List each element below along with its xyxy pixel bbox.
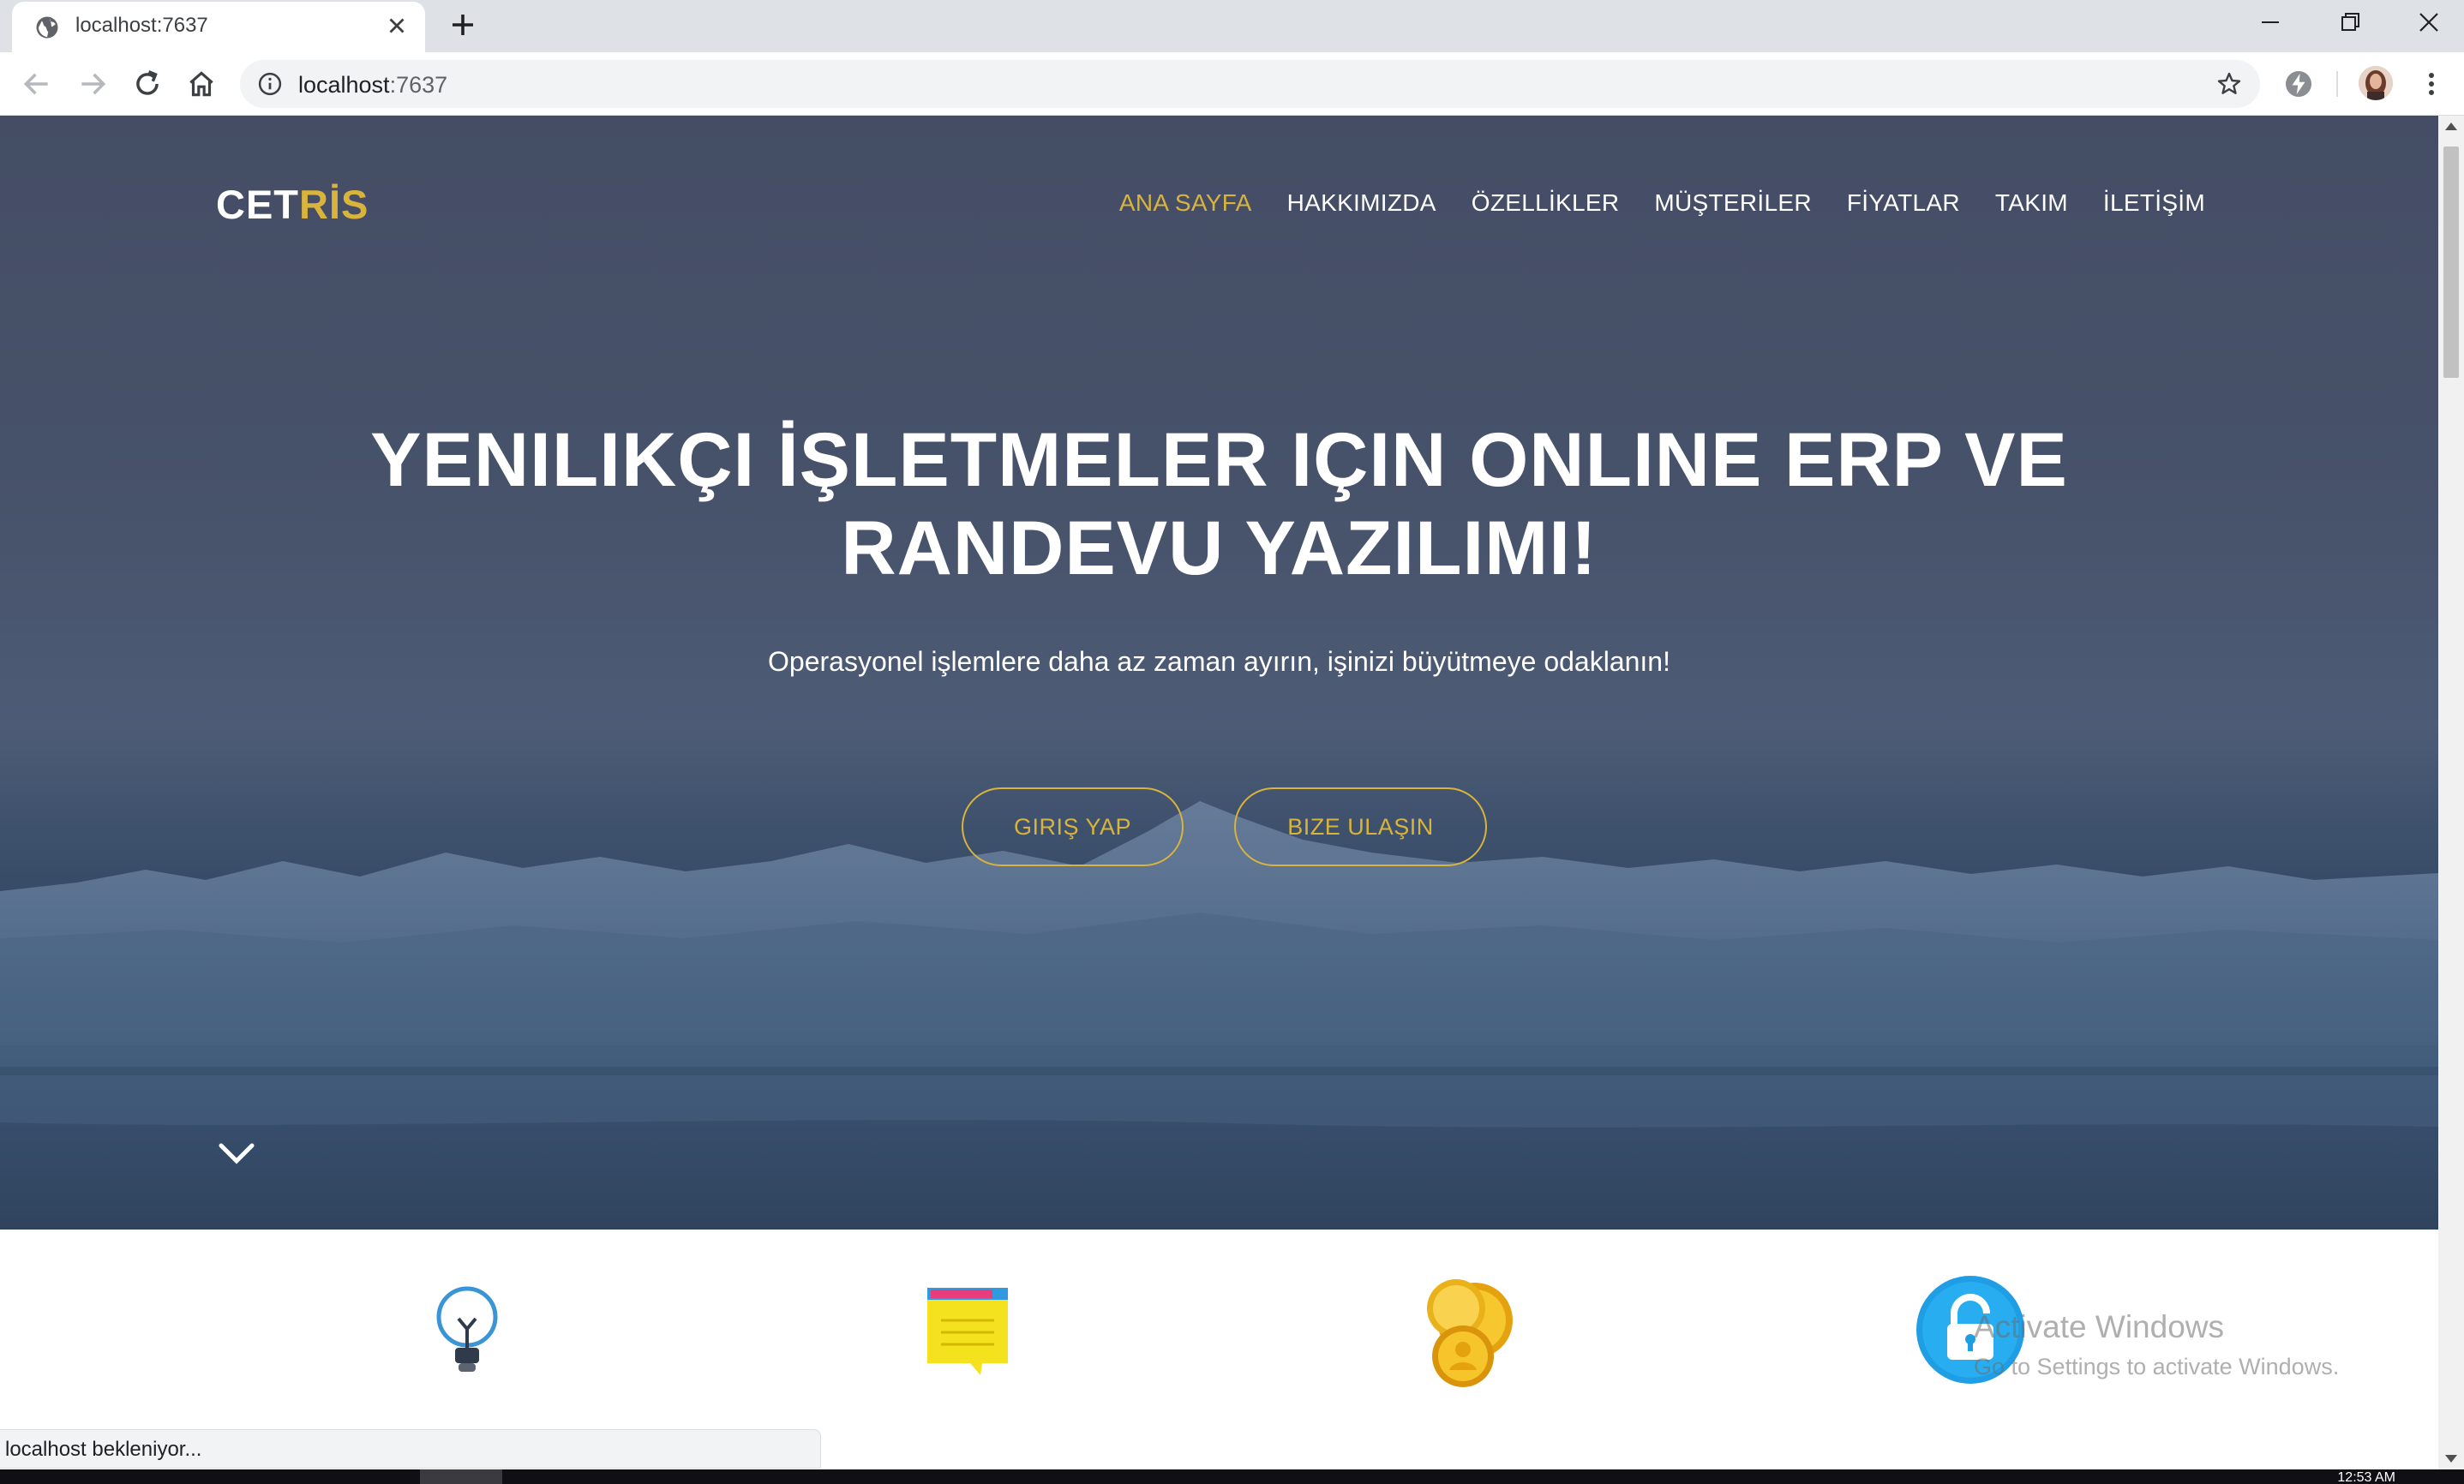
browser-status-bubble: localhost bekleniyor... xyxy=(0,1429,821,1469)
browser-menu-icon[interactable] xyxy=(2419,68,2444,100)
windows-activation-watermark: Activate Windows Go to Settings to activ… xyxy=(1974,1309,2339,1380)
url-text[interactable]: localhost:7637 xyxy=(298,72,447,99)
login-button[interactable]: GIRIŞ YAP xyxy=(962,787,1184,866)
site-logo[interactable]: CETRİS xyxy=(216,181,369,228)
nav-link-fiyatlar[interactable]: FİYATLAR xyxy=(1847,189,1960,217)
nav-link-takim[interactable]: TAKIM xyxy=(1995,189,2068,217)
page-viewport: CETRİS ANA SAYFA HAKKIMIZDA ÖZELLİKLER M… xyxy=(0,116,2438,1469)
scrollbar-thumb[interactable] xyxy=(2443,147,2459,378)
back-icon[interactable] xyxy=(21,68,53,100)
taskbar-item[interactable] xyxy=(420,1469,502,1484)
chevron-down-icon[interactable] xyxy=(216,1140,257,1166)
coins-icon xyxy=(1427,1279,1513,1387)
minimize-icon[interactable] xyxy=(2250,5,2291,39)
page-scrollbar[interactable] xyxy=(2438,116,2464,1469)
scroll-up-arrow-icon[interactable] xyxy=(2445,123,2457,130)
nav-link-hakkimizda[interactable]: HAKKIMIZDA xyxy=(1287,189,1436,217)
hero-title-line-1: YENILIKÇI İŞLETMELER IÇIN ONLINE ERP VE xyxy=(370,416,2068,502)
extension-icon[interactable] xyxy=(2283,69,2314,99)
close-window-icon[interactable] xyxy=(2408,5,2449,39)
hero-subtitle: Operasyonel işlemlere daha az zaman ayır… xyxy=(768,646,1670,677)
toolbar-divider xyxy=(2336,71,2338,97)
windows-taskbar: 12:53 AM xyxy=(0,1469,2464,1484)
nav-link-ana-sayfa[interactable]: ANA SAYFA xyxy=(1119,189,1252,217)
restore-icon[interactable] xyxy=(2329,5,2371,39)
new-tab-icon[interactable] xyxy=(447,9,478,40)
sticky-note-icon xyxy=(927,1288,1008,1375)
hero-title: YENILIKÇI İŞLETMELER IÇIN ONLINE ERP VE … xyxy=(0,416,2438,592)
contact-button[interactable]: BIZE ULAŞIN xyxy=(1234,787,1487,866)
profile-avatar[interactable] xyxy=(2359,66,2393,100)
hero-title-line-2: RANDEVU YAZILIMI! xyxy=(841,505,1598,590)
browser-tab-strip: localhost:7637 xyxy=(0,0,2464,52)
home-icon[interactable] xyxy=(185,68,218,100)
hero-section: CETRİS ANA SAYFA HAKKIMIZDA ÖZELLİKLER M… xyxy=(0,116,2438,1230)
lightbulb-icon xyxy=(436,1286,498,1372)
globe-icon xyxy=(36,16,58,39)
nav-link-ozellikler[interactable]: ÖZELLİKLER xyxy=(1472,189,1620,217)
taskbar-clock: 12:53 AM xyxy=(2337,1470,2395,1484)
nav-link-iletisim[interactable]: İLETİŞİM xyxy=(2103,189,2205,217)
info-icon[interactable] xyxy=(257,71,283,97)
watermark-line-2: Go to Settings to activate Windows. xyxy=(1974,1354,2340,1379)
bookmark-star-icon[interactable] xyxy=(2215,70,2243,98)
browser-toolbar: localhost:7637 xyxy=(0,52,2464,116)
nav-link-musteriler[interactable]: MÜŞTERİLER xyxy=(1654,189,1811,217)
tab-title: localhost:7637 xyxy=(75,14,208,37)
close-tab-icon[interactable] xyxy=(384,13,410,39)
browser-tab[interactable]: localhost:7637 xyxy=(12,2,425,52)
forward-icon[interactable] xyxy=(76,68,109,100)
scroll-down-arrow-icon[interactable] xyxy=(2445,1455,2457,1463)
main-nav: ANA SAYFA HAKKIMIZDA ÖZELLİKLER MÜŞTERİL… xyxy=(1119,189,2205,217)
watermark-line-1: Activate Windows xyxy=(1974,1309,2224,1344)
address-bar[interactable]: localhost:7637 xyxy=(240,60,2260,108)
reload-icon[interactable] xyxy=(131,68,164,100)
